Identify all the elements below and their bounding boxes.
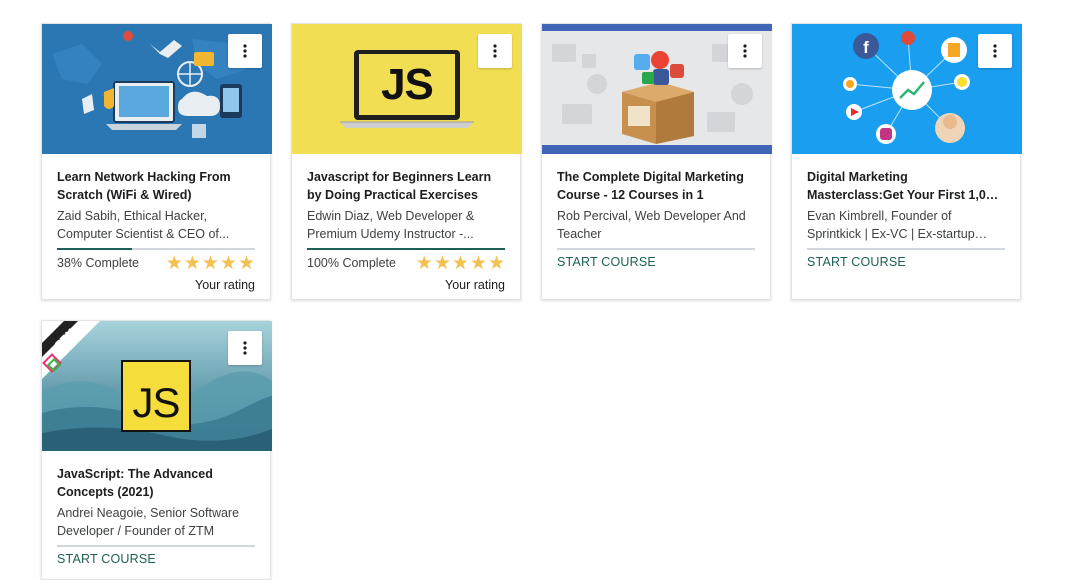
- course-thumbnail[interactable]: [42, 24, 272, 154]
- course-progress-text: 38% Complete: [57, 256, 139, 270]
- course-title[interactable]: Javascript for Beginners Learn by Doing …: [307, 168, 505, 204]
- course-progress-bar: [307, 248, 505, 250]
- course-card-javascript-beginners[interactable]: JS Javascript for Beginners Learn by Doi…: [291, 23, 522, 300]
- course-instructor: Edwin Diaz, Web Developer & Premium Udem…: [307, 209, 475, 241]
- course-card-complete-digital-marketing[interactable]: The Complete Digital Marketing Course - …: [541, 23, 772, 300]
- more-vertical-icon: [243, 44, 247, 58]
- js-logo-text: JS: [381, 60, 434, 109]
- course-card-network-hacking[interactable]: Learn Network Hacking From Scratch (WiFi…: [41, 23, 272, 300]
- course-thumbnail[interactable]: f: [792, 24, 1022, 154]
- more-vertical-icon: [993, 44, 997, 58]
- star-icon[interactable]: ★: [416, 254, 433, 273]
- star-icon[interactable]: ★: [488, 254, 505, 273]
- course-instructor: Zaid Sabih, Ethical Hacker, Computer Sci…: [57, 209, 230, 241]
- star-icon[interactable]: ★: [166, 254, 183, 273]
- course-thumbnail[interactable]: ZTM JS: [42, 321, 272, 451]
- more-vertical-icon: [493, 44, 497, 58]
- course-options-button[interactable]: [978, 34, 1012, 68]
- more-vertical-icon: [243, 341, 247, 355]
- star-icon[interactable]: ★: [220, 254, 237, 273]
- course-progress-fill: [57, 248, 133, 250]
- rating-stars[interactable]: ★ ★ ★ ★ ★: [166, 254, 255, 273]
- course-title[interactable]: Learn Network Hacking From Scratch (WiFi…: [57, 168, 255, 204]
- star-icon[interactable]: ★: [238, 254, 255, 273]
- course-title[interactable]: The Complete Digital Marketing Course - …: [557, 168, 755, 204]
- course-options-button[interactable]: [728, 34, 762, 68]
- course-thumbnail[interactable]: JS: [292, 24, 522, 154]
- course-card-javascript-advanced[interactable]: ZTM JS JavaScript: The Advanced Concepts…: [41, 320, 272, 580]
- course-progress-text: 100% Complete: [307, 256, 396, 270]
- start-course-link[interactable]: START COURSE: [557, 253, 656, 271]
- course-options-button[interactable]: [228, 34, 262, 68]
- star-icon[interactable]: ★: [434, 254, 451, 273]
- course-card-digital-marketing-masterclass[interactable]: f Digital Marketing Masterclass:Get Your…: [791, 23, 1022, 300]
- start-course-link[interactable]: START COURSE: [807, 253, 906, 271]
- course-progress-bar: [807, 248, 1005, 250]
- your-rating-label[interactable]: Your rating: [57, 278, 255, 294]
- js-logo-text: JS: [132, 379, 180, 426]
- star-icon[interactable]: ★: [452, 254, 469, 273]
- course-thumbnail[interactable]: [542, 24, 772, 154]
- your-rating-label[interactable]: Your rating: [307, 278, 505, 294]
- course-progress-bar: [557, 248, 755, 250]
- course-instructor: Evan Kimbrell, Founder of Sprintkick | E…: [807, 209, 975, 241]
- star-icon[interactable]: ★: [470, 254, 487, 273]
- course-progress-fill: [307, 248, 505, 250]
- course-title[interactable]: Digital Marketing Masterclass:Get Your F…: [807, 168, 1005, 204]
- course-progress-bar: [57, 545, 255, 547]
- star-icon[interactable]: ★: [202, 254, 219, 273]
- star-icon[interactable]: ★: [184, 254, 201, 273]
- course-options-button[interactable]: [478, 34, 512, 68]
- more-vertical-icon: [743, 44, 747, 58]
- course-title[interactable]: JavaScript: The Advanced Concepts (2021): [57, 465, 255, 501]
- course-instructor: Rob Percival, Web Developer And Teacher: [557, 209, 746, 241]
- rating-stars[interactable]: ★ ★ ★ ★ ★: [416, 254, 505, 273]
- svg-text:f: f: [863, 38, 869, 57]
- course-instructor: Andrei Neagoie, Senior Software Develope…: [57, 506, 240, 538]
- course-options-button[interactable]: [228, 331, 262, 365]
- start-course-link[interactable]: START COURSE: [57, 550, 156, 568]
- course-progress-bar: [57, 248, 255, 250]
